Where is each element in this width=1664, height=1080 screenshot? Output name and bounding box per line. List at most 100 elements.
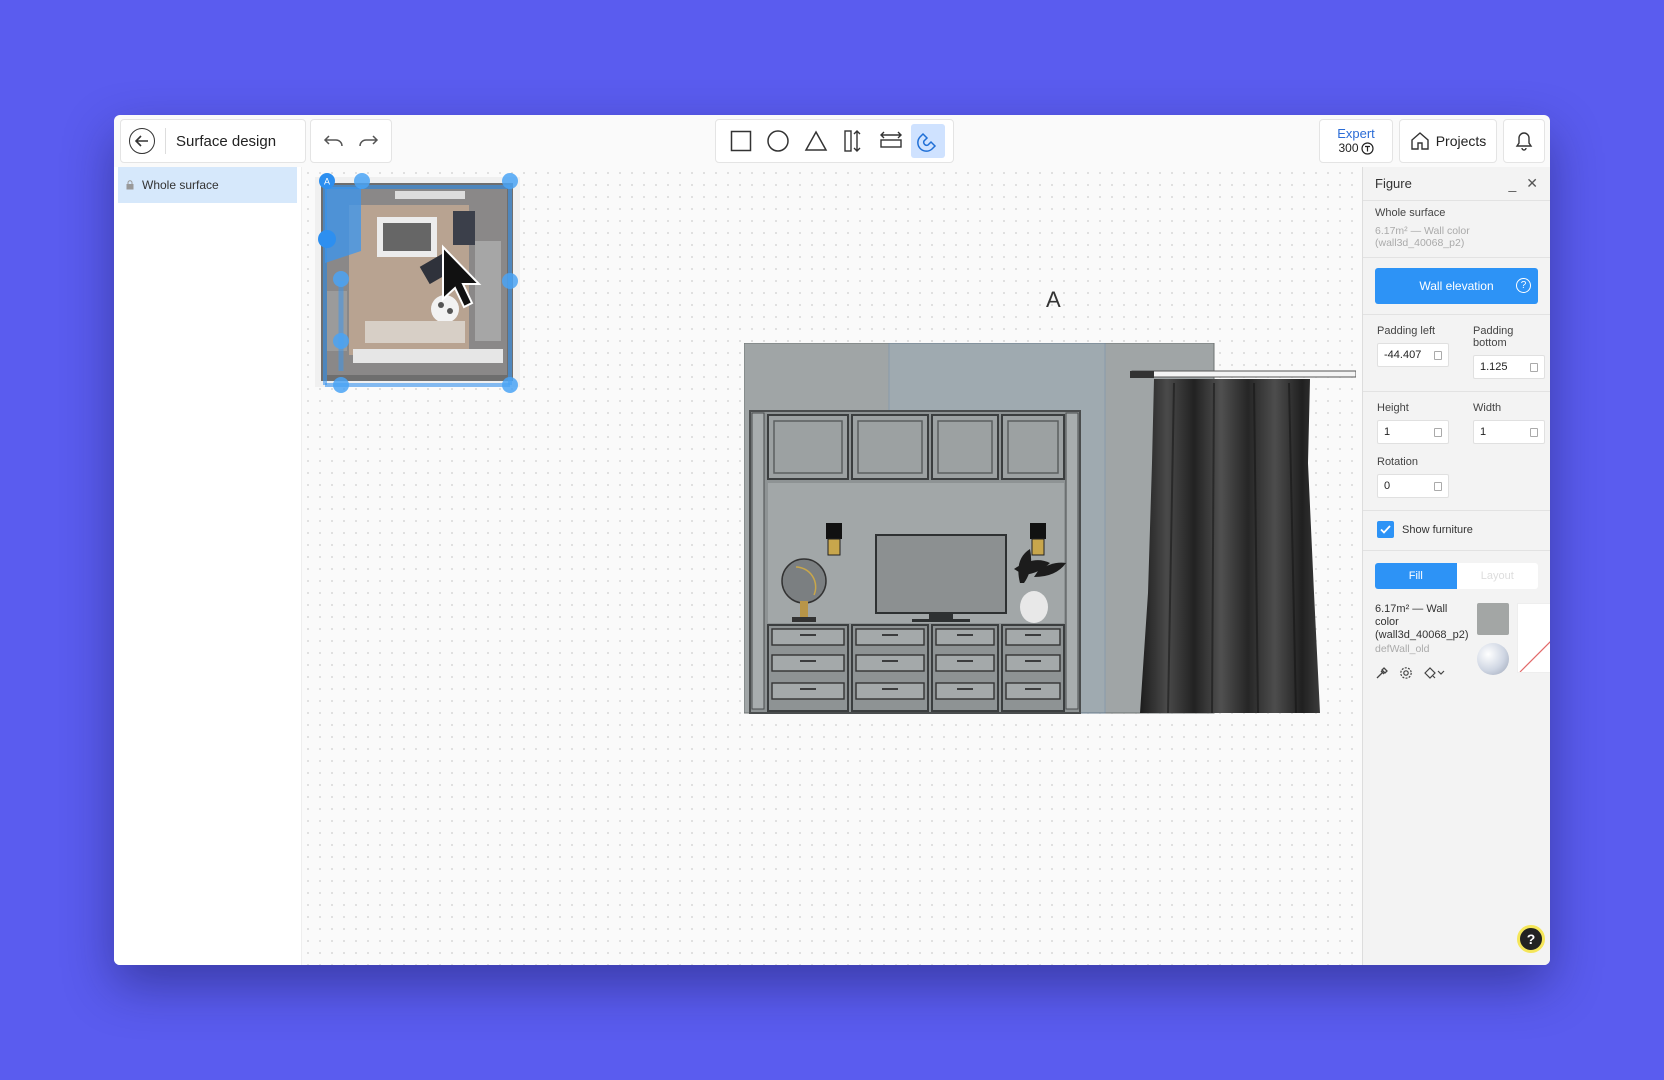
width-value: 1 [1480,426,1487,438]
lock-icon[interactable] [1530,427,1538,437]
history-controls [310,119,392,163]
rectangle-tool[interactable] [724,124,758,158]
furniture-section: Show furniture [1363,510,1550,550]
paint-bucket-icon[interactable] [1423,666,1445,680]
home-icon [1411,132,1429,150]
material-info: 6.17m² — Wall color (wall3d_40068_p2) de… [1375,603,1469,680]
triangle-icon [804,130,828,151]
padding-left-value: -44.407 [1384,349,1422,361]
padding-bottom-label: Padding bottom [1473,325,1514,349]
material-actions [1375,666,1469,680]
circle-icon [767,130,789,152]
check-icon [1380,525,1391,534]
panel-controls: _ ✕ [1508,175,1538,192]
lock-icon[interactable] [1434,481,1442,491]
material-area: 6.17m² — Wall color [1375,603,1448,628]
design-canvas[interactable]: A A [302,167,1362,965]
expert-badge[interactable]: Expert 300 [1319,119,1393,163]
help-button[interactable]: ? [1517,925,1545,953]
height-value: 1 [1384,426,1391,438]
material-swatches [1476,603,1550,680]
material-row: 6.17m² — Wall color (wall3d_40068_p2) de… [1363,593,1550,690]
floor-plan-minimap[interactable]: A [305,171,535,401]
bell-icon [1515,132,1533,151]
header-left: Surface design [120,119,306,163]
minimap-marker-label: A [324,177,330,187]
width-label: Width [1473,402,1502,414]
coin-icon [1360,142,1374,155]
eyedropper-icon[interactable] [1375,666,1389,680]
panel-subtitle: Whole surface [1375,207,1446,219]
tab-fill[interactable]: Fill [1375,563,1457,589]
material-sphere-preview[interactable] [1476,643,1509,675]
surface-sidebar: Whole surface [114,167,302,965]
fill-tabs: Fill Layout [1375,563,1538,589]
lock-icon[interactable] [1434,427,1442,437]
height-input[interactable]: 1 [1377,420,1449,444]
horizontal-dimension-tool[interactable] [874,124,908,158]
padding-left-label: Padding left [1377,325,1436,337]
lock-icon[interactable] [1434,350,1442,360]
minimize-icon[interactable]: _ [1508,176,1516,192]
sidebar-item-whole-surface[interactable]: Whole surface [118,167,297,203]
sidebar-item-label: Whole surface [142,178,219,192]
horizontal-dimension-icon [879,131,902,148]
arrow-left-icon [135,135,148,147]
material-code: defWall_old [1375,643,1430,655]
rotation-input[interactable]: 0 [1377,474,1449,498]
padding-bottom-value: 1.125 [1480,361,1508,373]
material-id: (wall3d_40068_p2) [1375,629,1469,641]
notifications-button[interactable] [1503,119,1545,163]
redo-button[interactable] [351,124,385,158]
rectangle-icon [730,130,751,152]
drawing-toolbar [715,119,954,163]
padding-section: Padding left -44.407 Padding bottom 1.12… [1363,314,1550,391]
undo-icon [323,135,343,147]
vertical-dimension-icon [844,130,861,152]
triangle-tool[interactable] [799,124,833,158]
elevation-label: A [1046,287,1061,312]
tab-layout[interactable]: Layout [1456,563,1538,589]
lock-icon[interactable] [1530,362,1538,372]
app-window: Surface design Expert 300 Projects Whole… [114,115,1550,965]
circle-tool[interactable] [761,124,795,158]
expert-credits: 300 [1338,141,1374,156]
show-furniture-label: Show furniture [1402,523,1473,536]
page-title: Surface design [176,132,277,150]
projects-button[interactable]: Projects [1399,119,1497,163]
projects-label: Projects [1435,133,1487,149]
width-field: Width 1 [1473,402,1545,444]
size-section: Height 1 Width 1 Rotation 0 [1363,391,1550,510]
swatch-column [1476,603,1509,680]
vertical-dimension-tool[interactable] [836,124,870,158]
wall-elevation-drawing[interactable] [744,343,1356,723]
panel-description: 6.17m² — Wall color (wall3d_40068_p2) [1363,219,1550,258]
magnet-tool[interactable] [911,124,946,158]
help-icon[interactable]: ? [1516,278,1531,293]
show-furniture-checkbox[interactable] [1377,521,1394,538]
close-icon[interactable]: ✕ [1526,175,1538,192]
height-field: Height 1 [1377,402,1449,444]
panel-title: Figure [1375,176,1412,191]
wall-elevation-label: Wall elevation [1419,279,1494,293]
expert-label: Expert [1337,126,1375,141]
padding-left-input[interactable]: -44.407 [1377,343,1449,367]
padding-bottom-field: Padding bottom 1.125 [1473,325,1545,379]
color-swatch[interactable] [1476,603,1509,635]
wall-elevation-button[interactable]: Wall elevation ? [1375,268,1538,304]
height-label: Height [1377,402,1409,414]
expert-value: 300 [1338,141,1359,155]
padding-left-field: Padding left -44.407 [1377,325,1449,379]
header-divider [165,128,166,154]
panel-header: Figure _ ✕ [1363,167,1550,201]
rotation-label: Rotation [1377,456,1418,468]
lock-icon [126,180,134,190]
gear-icon[interactable] [1399,666,1413,680]
undo-button[interactable] [317,124,351,158]
no-texture-icon [1519,640,1550,672]
show-furniture-toggle[interactable]: Show furniture [1377,521,1536,538]
width-input[interactable]: 1 [1473,420,1545,444]
texture-preview[interactable] [1516,603,1550,673]
padding-bottom-input[interactable]: 1.125 [1473,355,1545,379]
back-button[interactable] [129,128,155,154]
